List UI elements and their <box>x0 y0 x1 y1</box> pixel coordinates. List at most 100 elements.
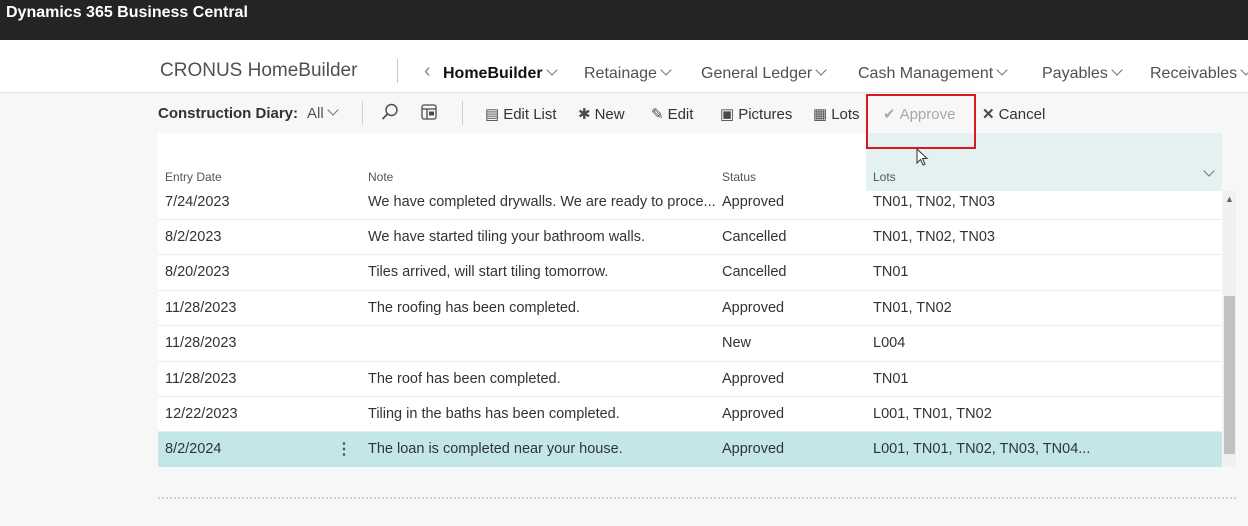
cell-note: The roofing has been completed. <box>368 300 580 316</box>
table-row[interactable]: 8/2/2023 We have started tiling your bat… <box>158 219 1222 255</box>
view-filter-dropdown[interactable]: All <box>307 104 339 122</box>
filter-value: All <box>307 105 324 122</box>
edit-button[interactable]: ✎ Edit <box>651 105 693 123</box>
company-name[interactable]: CRONUS HomeBuilder <box>160 60 357 82</box>
cell-status: Cancelled <box>722 264 787 280</box>
cell-status: Approved <box>722 300 785 316</box>
search-icon[interactable] <box>381 103 399 125</box>
cell-note: Tiles arrived, will start tiling tomorro… <box>368 264 609 280</box>
nav-item-label: Receivables <box>1150 65 1238 82</box>
nav-item-label: Cash Management <box>858 65 994 82</box>
cell-lots: TN01, TN02, TN03 <box>873 229 995 245</box>
approve-highlight-annotation <box>866 94 976 149</box>
chevron-down-icon <box>660 64 672 76</box>
toggle-factbox-icon[interactable] <box>420 103 438 125</box>
pencil-icon: ✎ <box>651 106 664 123</box>
edit-list-icon: ▤ <box>485 106 500 123</box>
new-button[interactable]: ✱ New <box>578 105 625 123</box>
section-divider <box>158 497 1236 499</box>
new-sparkle-icon: ✱ <box>578 106 591 123</box>
chevron-down-icon <box>1240 64 1248 76</box>
chevron-down-icon <box>1111 64 1123 76</box>
nav-item-receivables[interactable]: Receivables <box>1150 64 1248 83</box>
chevron-down-icon <box>815 64 827 76</box>
nav-item-label: General Ledger <box>701 65 813 82</box>
cell-entry-date: 11/28/2023 <box>165 300 237 316</box>
cell-lots: TN01 <box>873 371 909 387</box>
cell-status: Approved <box>722 194 785 210</box>
row-actions-menu-icon[interactable]: ⋮ <box>336 439 352 459</box>
cell-lots: TN01, TN02 <box>873 300 952 316</box>
table-row-selected[interactable]: 8/2/2024 ⋮ The loan is completed near yo… <box>158 431 1222 467</box>
nav-item-retainage[interactable]: Retainage <box>584 64 672 83</box>
cell-note: We have completed drywalls. We are ready… <box>368 194 716 210</box>
lots-button[interactable]: ▦ Lots <box>813 105 860 123</box>
new-label: New <box>594 106 625 123</box>
cell-entry-date: 8/20/2023 <box>165 264 230 280</box>
action-bar: Construction Diary: All ▤ Edit List ✱ New … <box>0 93 1248 133</box>
cell-entry-date: 11/28/2023 <box>165 335 237 351</box>
chevron-down-icon <box>1203 165 1215 177</box>
lots-label: Lots <box>831 106 860 123</box>
column-header-status[interactable]: Status <box>722 170 756 184</box>
cell-lots: TN01 <box>873 264 909 280</box>
table-row[interactable]: 8/20/2023 Tiles arrived, will start tili… <box>158 254 1222 290</box>
cancel-label: Cancel <box>998 106 1046 123</box>
cell-note: The roof has been completed. <box>368 371 561 387</box>
picture-icon: ▣ <box>720 106 735 123</box>
cell-status: Cancelled <box>722 229 787 245</box>
column-menu-chevron-icon[interactable] <box>1203 165 1215 182</box>
table-row[interactable]: 11/28/2023 The roof has been completed. … <box>158 361 1222 397</box>
cell-note: Tiling in the baths has been completed. <box>368 406 620 422</box>
cell-status: Approved <box>722 441 785 457</box>
nav-back-chevron-icon[interactable]: ‹ <box>424 60 431 83</box>
table-row[interactable]: 7/24/2023 We have completed drywalls. We… <box>158 185 1222 220</box>
cell-entry-date: 7/24/2023 <box>165 194 230 210</box>
close-icon: ✕ <box>982 106 995 123</box>
table-row[interactable]: 11/28/2023 New L004 <box>158 325 1222 361</box>
cell-lots: L001, TN01, TN02, TN03, TN04... <box>873 441 1091 457</box>
mouse-cursor-icon <box>916 148 929 166</box>
nav-item-cash-management[interactable]: Cash Management <box>858 64 1008 83</box>
table-row[interactable]: 12/22/2023 Tiling in the baths has been … <box>158 396 1222 432</box>
pictures-button[interactable]: ▣ Pictures <box>720 105 792 123</box>
page-caption: Construction Diary: <box>158 105 299 122</box>
cell-note: The loan is completed near your house. <box>368 441 623 457</box>
column-header-lots[interactable]: Lots <box>873 170 896 184</box>
cell-lots: L001, TN01, TN02 <box>873 406 992 422</box>
cell-status: Approved <box>722 371 785 387</box>
column-header-note[interactable]: Note <box>368 170 393 184</box>
nav-item-general-ledger[interactable]: General Ledger <box>701 64 827 83</box>
nav-item-label: Retainage <box>584 65 657 82</box>
app-header-bar: Dynamics 365 Business Central <box>0 0 1248 40</box>
cell-entry-date: 8/2/2023 <box>165 229 222 245</box>
chevron-down-icon <box>545 64 558 76</box>
nav-divider <box>397 59 398 83</box>
cell-entry-date: 11/28/2023 <box>165 371 237 387</box>
nav-item-homebuilder[interactable]: HomeBuilder <box>443 64 558 83</box>
edit-list-button[interactable]: ▤ Edit List <box>485 105 557 123</box>
edit-list-label: Edit List <box>503 106 557 123</box>
nav-item-payables[interactable]: Payables <box>1042 64 1123 83</box>
edit-label: Edit <box>667 106 694 123</box>
cell-status: Approved <box>722 406 785 422</box>
chevron-down-icon <box>996 64 1008 76</box>
navigation-bar: CRONUS HomeBuilder ‹ HomeBuilder Retaina… <box>0 40 1248 93</box>
cell-status: New <box>722 335 752 351</box>
cell-lots: L004 <box>873 335 906 351</box>
app-title: Dynamics 365 Business Central <box>6 4 248 21</box>
nav-item-label: HomeBuilder <box>443 65 543 82</box>
cell-entry-date: 12/22/2023 <box>165 406 238 422</box>
cell-lots: TN01, TN02, TN03 <box>873 194 995 210</box>
cancel-button[interactable]: ✕ Cancel <box>982 105 1045 123</box>
scroll-up-arrow-icon[interactable]: ▲ <box>1225 194 1234 204</box>
cell-note: We have started tiling your bathroom wal… <box>368 229 645 245</box>
nav-item-label: Payables <box>1042 65 1108 82</box>
vertical-scrollbar-thumb[interactable] <box>1224 296 1235 454</box>
toolbar-divider <box>362 101 363 125</box>
table-row[interactable]: 11/28/2023 The roofing has been complete… <box>158 290 1222 326</box>
cell-entry-date: 8/2/2024 <box>165 441 222 457</box>
toolbar-divider <box>462 101 463 125</box>
column-header-entry-date[interactable]: Entry Date <box>165 170 222 184</box>
pictures-label: Pictures <box>738 106 793 123</box>
